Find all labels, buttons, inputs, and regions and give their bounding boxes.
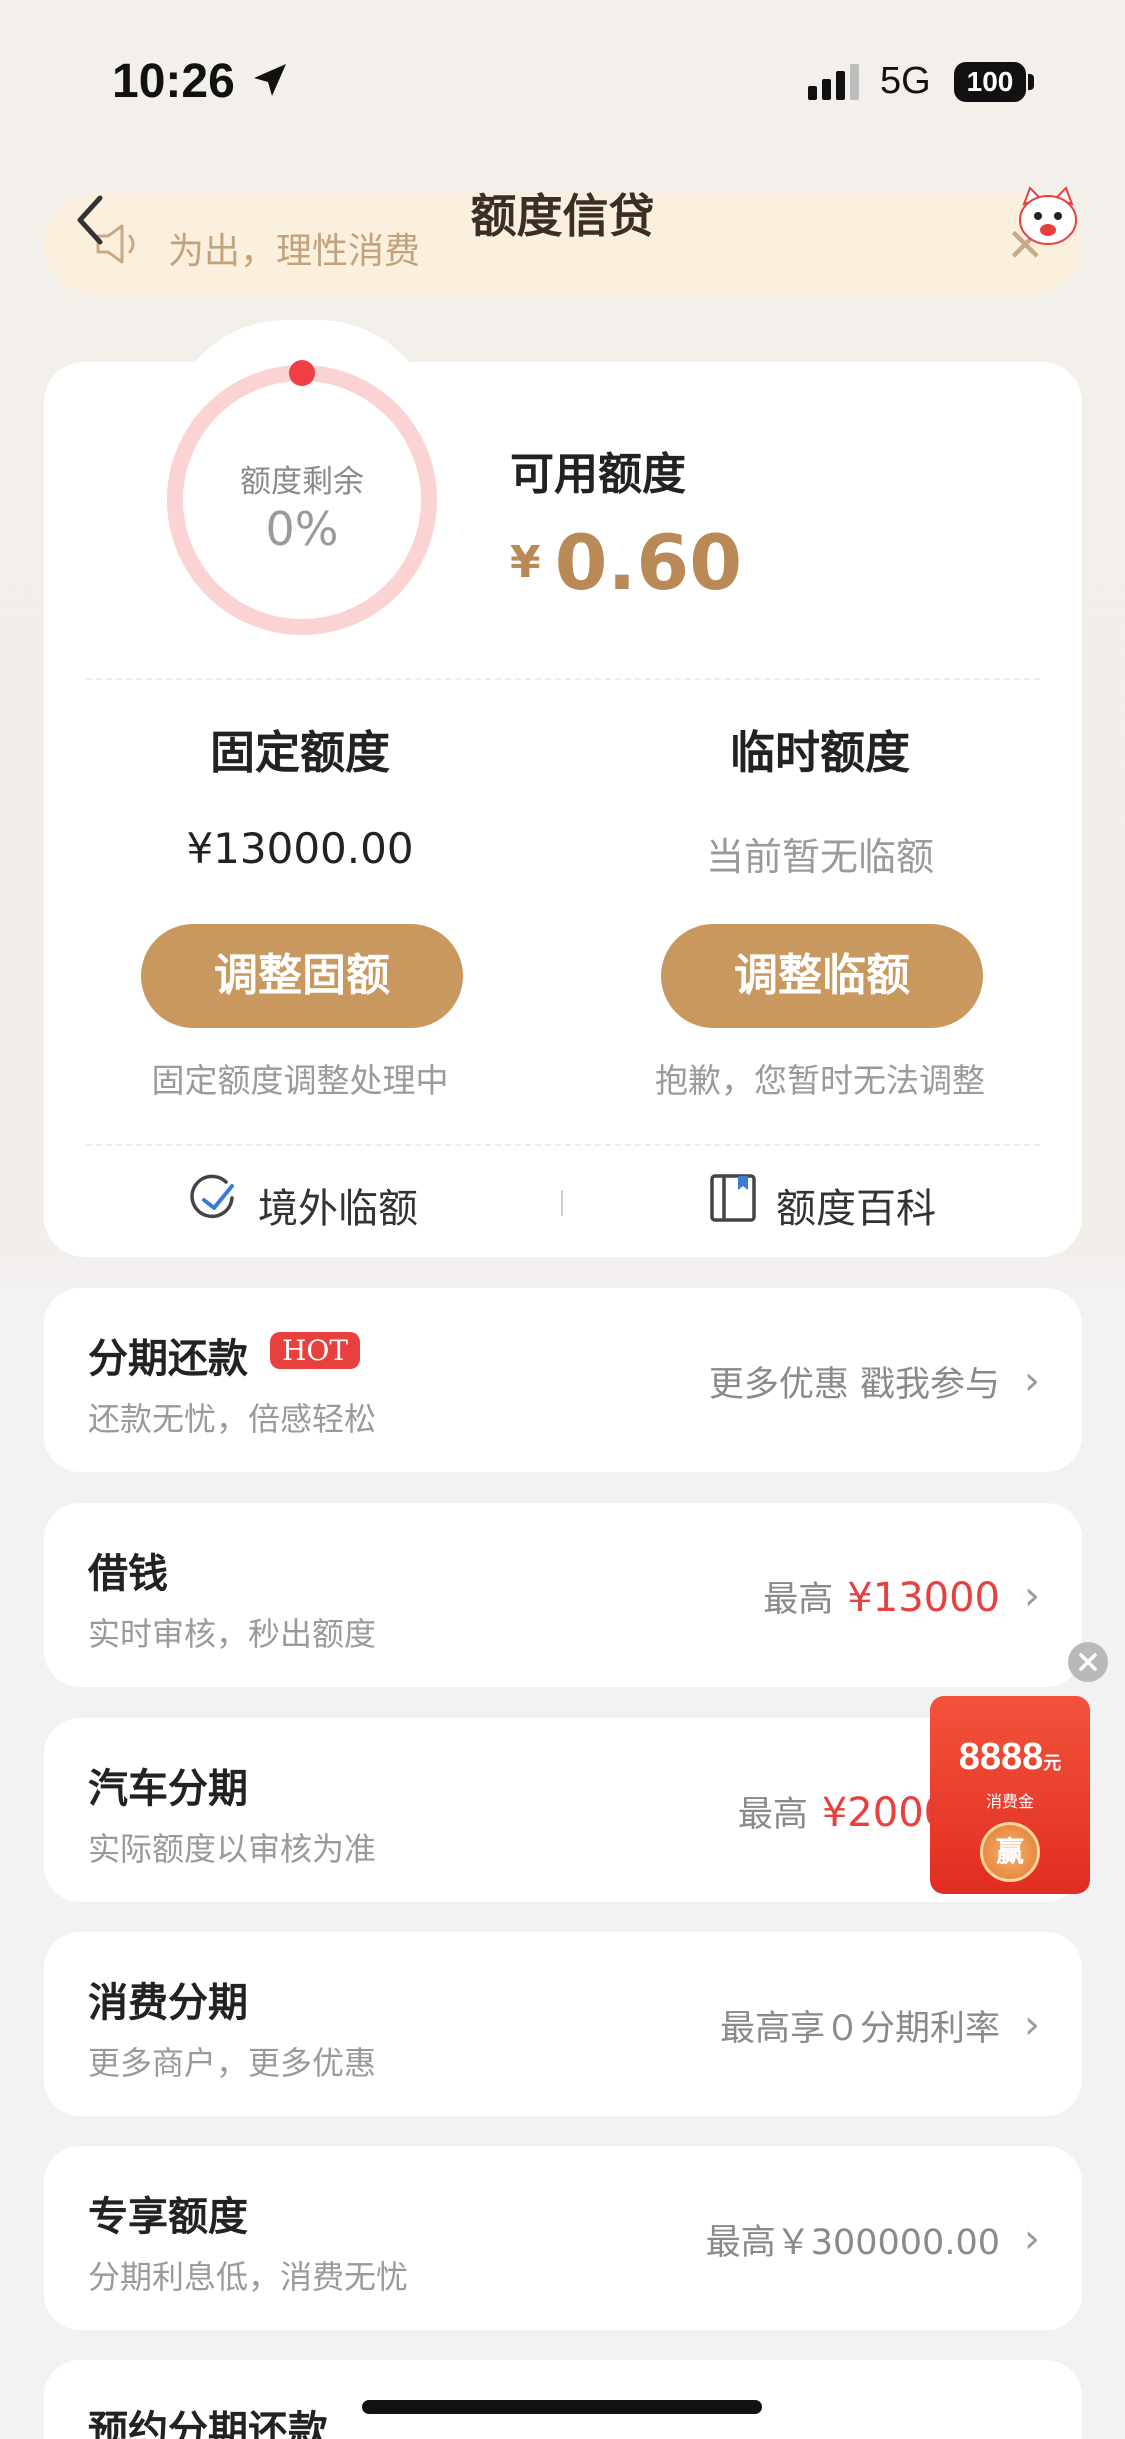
adjust-temporary-button[interactable]: 调整临额 xyxy=(661,924,983,1028)
chevron-right-icon: › xyxy=(1024,2216,1040,2262)
floating-red-packet[interactable]: 8888元 消费金 赢 xyxy=(930,1696,1090,1894)
row-subtitle: 实时审核，秒出额度 xyxy=(88,1615,377,1653)
page-title: 额度信贷 xyxy=(470,189,655,243)
list-item-borrow[interactable]: 借钱 实时审核，秒出额度 最高 ¥13000 › xyxy=(44,1503,1082,1687)
link-separator xyxy=(561,1190,563,1216)
overseas-temp-credit-link[interactable]: 境外临额 xyxy=(258,1176,418,1234)
row-right-text: 更多优惠 戳我参与 xyxy=(708,1365,1000,1405)
promo-amount: 8888元 xyxy=(958,1736,1062,1778)
row-right-text: 最高享０分期利率 xyxy=(719,2009,1000,2049)
chevron-right-icon: › xyxy=(1024,1573,1040,1619)
status-time: 10:26 xyxy=(112,55,235,108)
temporary-value: 当前暂无临额 xyxy=(705,835,934,879)
battery-tip xyxy=(1028,74,1034,90)
home-indicator xyxy=(362,2400,762,2414)
ring-percent: 0% xyxy=(265,502,339,556)
promo-label: 消费金 xyxy=(985,1792,1034,1811)
credit-encyclopedia-link[interactable]: 额度百科 xyxy=(776,1176,936,1234)
row-subtitle: 更多商户，更多优惠 xyxy=(88,2044,377,2082)
available-amount: ¥0.60 xyxy=(510,518,742,607)
available-amount-value: 0.60 xyxy=(554,518,743,607)
divider xyxy=(86,1144,1040,1146)
row-title: 分期还款 xyxy=(88,1336,248,1382)
row-title: 消费分期 xyxy=(88,1980,248,2026)
chevron-right-icon: › xyxy=(1024,2002,1040,2048)
available-label: 可用额度 xyxy=(510,449,686,500)
list-item-installment-repay[interactable]: 分期还款 HOT 还款无忧，倍感轻松 更多优惠 戳我参与 › xyxy=(44,1288,1082,1472)
temporary-title: 临时额度 xyxy=(729,726,910,779)
list-item-exclusive-credit[interactable]: 专享额度 分期利息低，消费无忧 最高￥300000.00 › xyxy=(44,2146,1082,2330)
fixed-value: ¥13000.00 xyxy=(186,824,414,873)
hot-badge: HOT xyxy=(270,1332,361,1369)
list-item-consumer-installment[interactable]: 消费分期 更多商户，更多优惠 最高享０分期利率 › xyxy=(44,1932,1082,2116)
location-arrow-icon xyxy=(254,64,286,96)
row-subtitle: 分期利息低，消费无忧 xyxy=(88,2258,409,2296)
red-packet-body: 8888元 消费金 赢 xyxy=(930,1696,1090,1894)
row-subtitle: 实际额度以审核为准 xyxy=(88,1830,377,1868)
promo-close-icon[interactable] xyxy=(1068,1642,1108,1682)
mascot-icon[interactable] xyxy=(1014,186,1082,248)
row-right-text: 最高￥300000.00 xyxy=(705,2223,1000,2263)
list-item-car-installment[interactable]: 汽车分期 实际额度以审核为准 最高¥200000 › xyxy=(44,1718,1082,1902)
ring-indicator-dot xyxy=(289,360,315,386)
signal-icon xyxy=(808,64,859,100)
divider xyxy=(86,678,1040,680)
currency-symbol: ¥ xyxy=(510,537,541,588)
row-right-text: 最高 ¥13000 xyxy=(763,1575,1000,1621)
battery-icon: 100 xyxy=(954,62,1026,102)
status-bar: 10:26 5G 100 xyxy=(0,0,1125,150)
fixed-note: 固定额度调整处理中 xyxy=(151,1061,449,1100)
network-type: 5G xyxy=(880,60,931,102)
row-title: 汽车分期 xyxy=(88,1766,248,1812)
row-subtitle: 还款无忧，倍感轻松 xyxy=(88,1400,377,1438)
win-coin-icon: 赢 xyxy=(980,1822,1040,1882)
row-title: 专享额度 xyxy=(88,2194,248,2240)
row-title: 借钱 xyxy=(88,1551,168,1597)
fixed-title: 固定额度 xyxy=(209,726,390,779)
chevron-right-icon: › xyxy=(1024,1358,1040,1404)
plane-globe-icon xyxy=(190,1174,234,1219)
max-amount: ¥13000 xyxy=(847,1575,1000,1621)
adjust-fixed-button[interactable]: 调整固额 xyxy=(141,924,463,1028)
ring-label: 额度剩余 xyxy=(240,464,364,500)
book-icon xyxy=(710,1174,756,1222)
row-title: 预约分期还款 xyxy=(88,2408,328,2439)
temporary-note: 抱歉，您暂时无法调整 xyxy=(655,1061,985,1100)
